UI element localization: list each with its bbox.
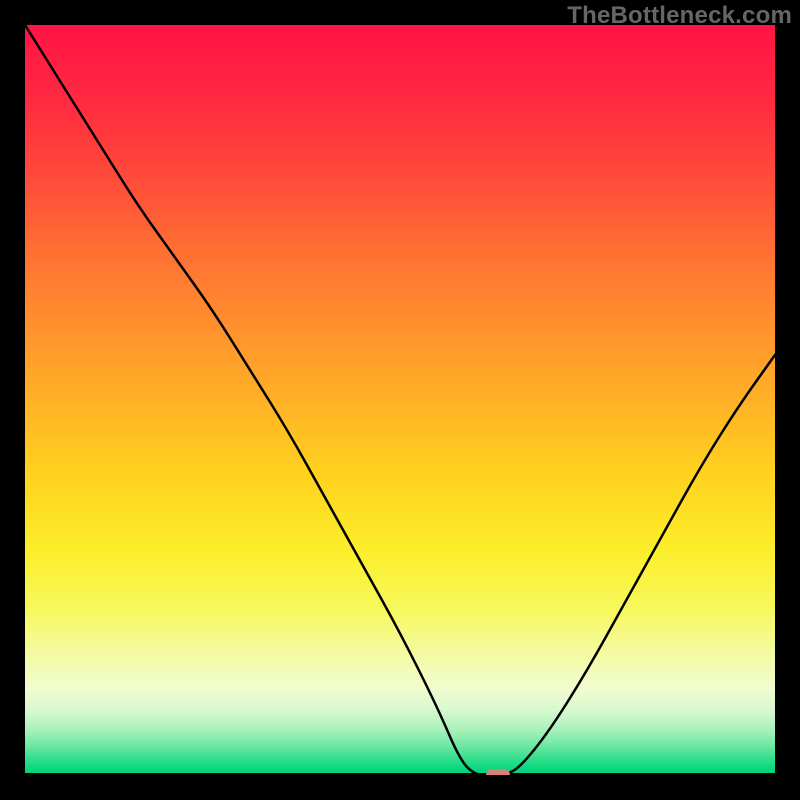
optimal-point-marker — [486, 769, 510, 775]
plot-area — [25, 25, 775, 775]
bottleneck-curve — [25, 25, 775, 775]
curve-layer — [25, 25, 775, 775]
chart-container: TheBottleneck.com — [0, 0, 800, 800]
baseline — [25, 773, 775, 775]
